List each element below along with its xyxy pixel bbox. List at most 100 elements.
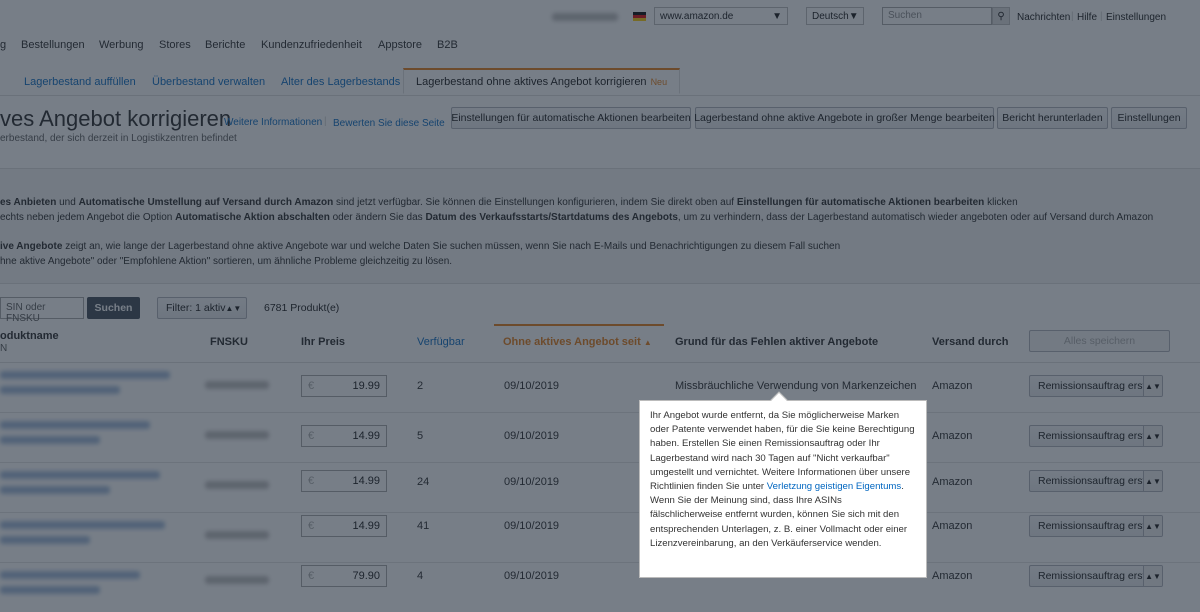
page-title: ves Angebot korrigieren xyxy=(0,106,232,131)
blurred-fnsku xyxy=(205,576,269,584)
new-badge: Neu xyxy=(650,77,668,87)
filter-select[interactable]: Filter: 1 aktiv ▲▼ xyxy=(157,297,247,319)
nav-item-partial[interactable]: g xyxy=(0,39,6,51)
column-header-inactive-since[interactable]: Ohne aktives Angebot seit ▲ xyxy=(503,336,652,348)
action-select[interactable]: Remissionsauftrag erstellen ▲▼ xyxy=(1029,515,1163,537)
dropdown-arrow-icon: ▲▼ xyxy=(1143,516,1162,536)
inactive-since-date: 09/10/2019 xyxy=(504,570,560,582)
tab-restock[interactable]: Lagerbestand auffüllen xyxy=(24,76,136,88)
more-info-link[interactable]: Weitere Informationen xyxy=(224,117,322,128)
dropdown-arrow-icon: ▲▼ xyxy=(1143,471,1162,491)
column-header-available[interactable]: Verfügbar xyxy=(417,336,465,348)
info-line-3: ive Angebote zeigt an, wie lange der Lag… xyxy=(0,241,841,252)
nav-item-orders[interactable]: Bestellungen xyxy=(21,39,85,51)
ip-violation-link[interactable]: Verletzung geistigen Eigentums xyxy=(767,481,901,492)
divider: | xyxy=(1071,11,1074,22)
blurred-product-name xyxy=(0,386,120,394)
page-subtitle: erbestand, der sich derzeit in Logistikz… xyxy=(0,133,237,144)
table-row: €14.99 24 09/10/2019 Amazon Remissionsau… xyxy=(0,462,1200,513)
nav-item-b2b[interactable]: B2B xyxy=(437,39,458,51)
blurred-product-name xyxy=(0,586,100,594)
blurred-product-name xyxy=(0,371,170,379)
table-header: oduktname N FNSKU Ihr Preis Verfügbar Oh… xyxy=(0,324,1200,363)
available-count: 24 xyxy=(417,476,430,488)
sub-tabs: Lagerbestand auffüllen Überbestand verwa… xyxy=(0,68,1200,96)
table-row: €79.90 4 09/10/2019 Amazon Remissionsauf… xyxy=(0,562,1200,612)
column-header-fnsku[interactable]: FNSKU xyxy=(210,336,248,348)
blurred-fnsku xyxy=(205,431,269,439)
available-count: 41 xyxy=(417,520,430,532)
bulk-edit-stranded-button[interactable]: Lagerbestand ohne aktive Angebote in gro… xyxy=(694,107,995,129)
blurred-product-name xyxy=(0,521,165,529)
marketplace-select[interactable]: www.amazon.de ▼ xyxy=(654,7,788,25)
blurred-product-name xyxy=(0,571,140,579)
top-bar: www.amazon.de ▼ Deutsch ▼ Suchen ⚲ Nachr… xyxy=(0,0,1200,34)
dropdown-arrow-icon: ▼ xyxy=(772,10,782,22)
reason-link[interactable]: Missbräuchliche Verwendung von Markenzei… xyxy=(675,380,917,392)
price-input[interactable]: €19.99 xyxy=(301,375,387,397)
shipping-method: Amazon xyxy=(932,570,973,582)
inactive-since-date: 09/10/2019 xyxy=(504,476,560,488)
blurred-account-name xyxy=(552,13,618,21)
tab-inventory-age[interactable]: Alter des Lagerbestands xyxy=(281,76,400,88)
action-select[interactable]: Remissionsauftrag erstellen ▲▼ xyxy=(1029,425,1163,447)
column-header-shipping[interactable]: Versand durch xyxy=(932,336,1008,348)
tab-fix-stranded-inventory[interactable]: Lagerbestand ohne aktives Angebot korrig… xyxy=(403,68,681,94)
search-button[interactable]: Suchen xyxy=(87,297,140,319)
asin-search-input[interactable]: SIN oder FNSKU xyxy=(0,297,84,324)
inactive-since-date: 09/10/2019 xyxy=(504,430,560,442)
nav-item-stores[interactable]: Stores xyxy=(159,39,191,51)
rate-page-link[interactable]: Bewerten Sie diese Seite xyxy=(333,118,445,129)
table-row: €14.99 41 09/10/2019 Amazon Remissionsau… xyxy=(0,512,1200,563)
blurred-product-name xyxy=(0,536,90,544)
column-header-asin: N xyxy=(0,343,8,354)
dropdown-arrow-icon: ▼ xyxy=(848,10,859,22)
divider: | xyxy=(324,116,327,127)
nav-item-appstore[interactable]: Appstore xyxy=(378,39,422,51)
language-select[interactable]: Deutsch ▼ xyxy=(806,7,864,25)
help-link[interactable]: Hilfe xyxy=(1077,12,1097,23)
messages-link[interactable]: Nachrichten xyxy=(1017,12,1070,23)
nav-item-advertising[interactable]: Werbung xyxy=(99,39,143,51)
blurred-product-name xyxy=(0,486,110,494)
action-select[interactable]: Remissionsauftrag erstellen ▲▼ xyxy=(1029,470,1163,492)
nav-item-customer-satisfaction[interactable]: Kundenzufriedenheit xyxy=(261,39,362,51)
shipping-method: Amazon xyxy=(932,476,973,488)
inactive-since-date: 09/10/2019 xyxy=(504,380,560,392)
action-select[interactable]: Remissionsauftrag erstellen ▲▼ xyxy=(1029,375,1163,397)
blurred-product-name xyxy=(0,421,150,429)
column-header-product-name[interactable]: oduktname xyxy=(0,330,59,342)
info-line-4: hne aktive Angebote" oder "Empfohlene Ak… xyxy=(0,256,453,267)
shipping-method: Amazon xyxy=(932,520,973,532)
product-count: 6781 Produkt(e) xyxy=(264,302,340,314)
dropdown-arrow-icon: ▲▼ xyxy=(1143,566,1162,586)
sort-ascending-icon: ▲ xyxy=(643,338,652,347)
available-count: 5 xyxy=(417,430,424,442)
dropdown-arrow-icon: ▲▼ xyxy=(1143,376,1162,396)
action-select[interactable]: Remissionsauftrag erstellen ▲▼ xyxy=(1029,565,1163,587)
sort-indicator-bar xyxy=(494,324,664,326)
column-header-price[interactable]: Ihr Preis xyxy=(301,336,345,348)
global-search-input[interactable]: Suchen xyxy=(882,7,992,25)
price-input[interactable]: €14.99 xyxy=(301,515,387,537)
price-input[interactable]: €79.90 xyxy=(301,565,387,587)
edit-automatic-actions-button[interactable]: Einstellungen für automatische Aktionen … xyxy=(451,107,691,129)
info-line-2: echts neben jedem Angebot die Option Aut… xyxy=(0,212,1154,223)
tab-excess-inventory[interactable]: Überbestand verwalten xyxy=(152,76,265,88)
main-navigation: g Bestellungen Werbung Stores Berichte K… xyxy=(0,34,1200,58)
inactive-since-date: 09/10/2019 xyxy=(504,520,560,532)
settings-button[interactable]: Einstellungen xyxy=(1111,107,1187,129)
blurred-product-name xyxy=(0,436,100,444)
divider: | xyxy=(1100,11,1103,22)
column-header-reason[interactable]: Grund für das Fehlen aktiver Angebote xyxy=(675,336,878,348)
search-icon[interactable]: ⚲ xyxy=(992,7,1010,25)
settings-link[interactable]: Einstellungen xyxy=(1106,12,1166,23)
shipping-method: Amazon xyxy=(932,380,973,392)
reason-tooltip: Ihr Angebot wurde entfernt, da Sie mögli… xyxy=(639,400,927,578)
price-input[interactable]: €14.99 xyxy=(301,470,387,492)
download-report-button[interactable]: Bericht herunterladen xyxy=(997,107,1108,129)
save-all-button[interactable]: Alles speichern xyxy=(1029,330,1170,352)
price-input[interactable]: €14.99 xyxy=(301,425,387,447)
nav-item-reports[interactable]: Berichte xyxy=(205,39,245,51)
table-row: €14.99 5 09/10/2019 Amazon Remissionsauf… xyxy=(0,412,1200,463)
